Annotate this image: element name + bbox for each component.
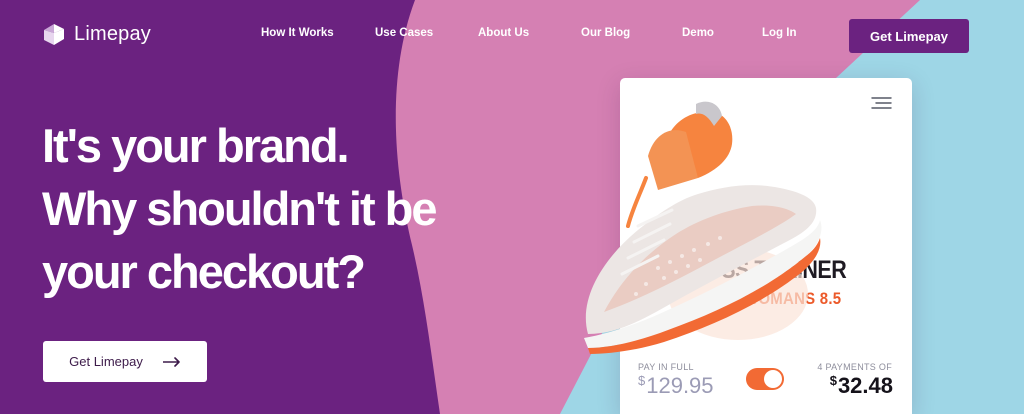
get-limepay-hero-label: Get Limepay [69, 354, 143, 369]
limepay-logo-icon [44, 24, 64, 45]
headline-line-3: your checkout? [42, 245, 366, 298]
hamburger-menu-icon[interactable] [870, 96, 892, 110]
hero-headline: It's your brand. Why shouldn't it be you… [42, 114, 502, 303]
brand-name: Limepay [74, 22, 151, 45]
sneaker-illustration [584, 101, 822, 354]
arrow-right-icon [162, 356, 180, 367]
installments-amount: 32.48 [837, 373, 893, 398]
installments-currency: $ [829, 373, 837, 388]
nav-about-us[interactable]: About Us [478, 27, 529, 39]
payment-plan-toggle[interactable] [746, 368, 784, 390]
get-limepay-header-button[interactable]: Get Limepay [849, 19, 969, 53]
pay-in-full-amount: 129.95 [646, 373, 714, 398]
toggle-knob [764, 370, 782, 388]
headline-line-2: Why shouldn't it be [42, 182, 438, 235]
installments-price: $32.48 [830, 373, 893, 399]
nav-how-it-works[interactable]: How It Works [261, 27, 334, 39]
get-limepay-hero-button[interactable]: Get Limepay [43, 341, 207, 382]
pay-in-full-currency: $ [638, 373, 646, 388]
headline-line-1: It's your brand. [42, 119, 350, 172]
nav-demo[interactable]: Demo [682, 27, 714, 39]
pay-in-full-price: $129.95 [638, 373, 714, 399]
nav-use-cases[interactable]: Use Cases [375, 27, 433, 39]
nav-our-blog[interactable]: Our Blog [581, 27, 630, 39]
pay-in-full-label: PAY IN FULL [638, 362, 694, 372]
installments-label: 4 PAYMENTS OF [817, 362, 892, 372]
brand-logo[interactable]: Limepay [42, 20, 151, 48]
nav-log-in[interactable]: Log In [762, 27, 797, 39]
